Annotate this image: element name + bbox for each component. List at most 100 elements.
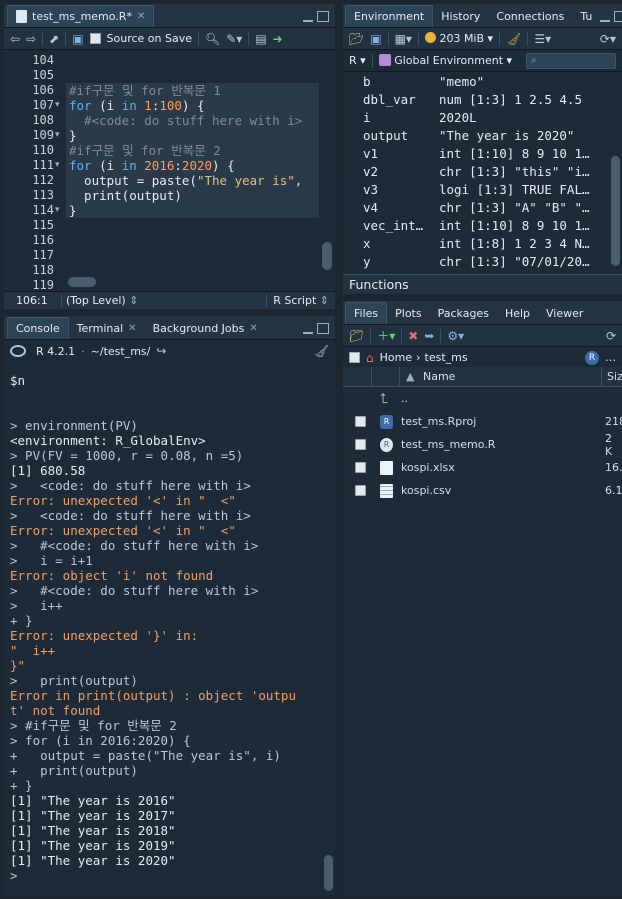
code-line[interactable] [66,233,319,248]
memory-usage-button[interactable]: 203 MiB ▾ [424,32,493,45]
code-line[interactable]: output = paste("The year is", [66,173,319,188]
code-line[interactable]: for (i in 1:100) { [66,98,319,113]
tab-history[interactable]: History [433,5,488,27]
source-on-save-checkbox[interactable] [89,33,101,44]
file-row[interactable]: Rtest_ms_memo.R 2 K [343,432,622,458]
select-all-checkbox[interactable] [349,352,360,363]
fold-chevron-icon[interactable]: ▾ [55,158,60,173]
clear-console-broom-icon[interactable]: 🧹︎ [314,344,329,358]
file-checkbox[interactable] [355,462,366,473]
code-line[interactable]: #if구문 및 for 반복문 1 [66,83,319,98]
back-arrow-icon[interactable]: ⇦ [10,32,20,46]
file-name[interactable]: test_ms_memo.R [401,438,495,451]
breadcrumb-home[interactable]: Home [380,351,412,364]
maximize-icon[interactable] [317,323,329,334]
column-header-name[interactable]: Name [423,370,455,383]
refresh-icon[interactable]: ⟳ [606,329,616,343]
breadcrumb-test-ms[interactable]: test_ms [425,351,468,364]
scope-selector[interactable]: (Top Level) ⇕ [62,294,266,307]
rename-icon[interactable]: ➥ [424,329,434,343]
console-scroll-thumb[interactable] [324,855,333,891]
env-row[interactable]: v4 chr [1:3] "A" "B" "… [343,199,608,217]
code-line[interactable] [66,68,319,83]
env-row[interactable]: b "memo" [343,73,608,91]
maximize-icon[interactable] [317,11,329,22]
maximize-icon[interactable] [614,11,622,22]
delete-icon[interactable]: ✖ [408,329,418,343]
home-icon[interactable]: ⌂ [366,351,374,365]
refresh-icon[interactable]: ⟳▾ [600,32,616,46]
filetype-selector[interactable]: R Script ⇕ [266,294,335,307]
minimize-icon[interactable] [600,17,611,22]
compile-report-icon[interactable]: ▤ [255,32,266,46]
code-tools-wand-icon[interactable]: ✎▾ [226,32,242,46]
env-scroll-thumb[interactable] [611,156,620,266]
file-name[interactable]: kospi.xlsx [401,461,455,474]
new-blank-file-icon[interactable]: ＋▾ [377,327,395,344]
file-checkbox[interactable] [355,439,366,450]
parent-directory-label[interactable]: .. [401,392,408,405]
search-icon[interactable]: 🔍︎ [205,32,220,46]
new-folder-icon[interactable]: 📁︎ [349,329,364,343]
tab-environment[interactable]: Environment [345,5,434,27]
file-checkbox[interactable] [355,416,366,427]
env-row[interactable]: i 2020L [343,109,608,127]
env-row[interactable]: v2 chr [1:3] "this" "i… [343,163,608,181]
console-output[interactable]: $n > environment(PV) <environment: R_Globa… [4,364,335,895]
file-name[interactable]: kospi.csv [401,484,451,497]
tab-test-ms-memo[interactable]: test_ms_memo.R* ✕ [7,5,155,27]
env-row[interactable]: dbl_var num [1:3] 1 2.5 4.5 [343,91,608,109]
environment-scope-selector[interactable]: Global Environment ▾ [378,54,512,67]
environment-search-input[interactable]: ⌕ [526,52,616,69]
code-line[interactable] [66,218,319,233]
code-area[interactable]: #if구문 및 for 반복문 1 for (i in 1:100) { #<co… [66,52,319,291]
code-line[interactable]: for (i in 2016:2020) { [66,158,319,173]
minimize-icon[interactable] [303,329,313,334]
code-line[interactable] [66,263,319,278]
fold-chevron-icon[interactable]: ▾ [55,98,60,113]
code-line[interactable]: print(output) [66,188,319,203]
code-line[interactable] [66,248,319,263]
forward-arrow-icon[interactable]: ⇨ [26,32,36,46]
env-row[interactable]: v3 logi [1:3] TRUE FAL… [343,181,608,199]
minimize-icon[interactable] [303,17,313,22]
tab-terminal[interactable]: Terminal ✕ [69,317,145,339]
editor-scroll-thumb[interactable] [322,242,332,270]
env-row[interactable]: x int [1:8] 1 2 3 4 N… [343,235,608,253]
editor-hscroll-thumb[interactable] [68,277,96,287]
env-row[interactable]: v1 int [1:10] 8 9 10 1… [343,145,608,163]
parent-directory-row[interactable]: ⮤ .. [343,387,622,410]
file-name[interactable]: test_ms.Rproj [401,415,476,428]
fold-chevron-icon[interactable]: ▾ [55,203,60,218]
import-dataset-icon[interactable]: ▦▾ [395,32,412,46]
tab-console[interactable]: Console [7,317,69,339]
code-line[interactable]: } [66,203,319,218]
load-workspace-icon[interactable]: 📂︎ [349,32,364,46]
close-icon[interactable]: ✕ [137,11,145,22]
tab-background-jobs[interactable]: Background Jobs ✕ [145,317,266,339]
console-scrollbar[interactable] [321,364,335,895]
tab-files[interactable]: Files [345,302,388,324]
file-row[interactable]: kospi.csv 6.1 [343,479,622,502]
list-view-icon[interactable]: ☰▾ [534,32,551,46]
tab-connections[interactable]: Connections [488,5,572,27]
env-scrollbar[interactable] [608,72,622,274]
tab-tutorial[interactable]: Tu [572,5,600,27]
fold-chevron-icon[interactable]: ▾ [55,128,60,143]
editor-scrollbar[interactable] [319,52,335,291]
column-header-size[interactable]: Siz [607,370,622,383]
tab-viewer[interactable]: Viewer [538,302,591,324]
run-icon[interactable]: ➜ [273,32,283,46]
file-row[interactable]: kospi.xlsx 16. [343,456,622,479]
go-to-directory-icon[interactable]: ↪ [156,344,166,358]
file-checkbox[interactable] [355,485,366,496]
tab-plots[interactable]: Plots [387,302,429,324]
clear-objects-broom-icon[interactable]: 🧹︎ [506,32,521,46]
tab-help[interactable]: Help [497,302,538,324]
code-line[interactable] [66,53,319,68]
project-r-icon[interactable]: R [585,350,599,365]
close-icon[interactable]: ✕ [128,323,136,334]
more-gear-icon[interactable]: ⚙▾ [447,329,464,343]
more-ellipsis-icon[interactable]: … [605,351,616,364]
close-icon[interactable]: ✕ [249,323,257,334]
